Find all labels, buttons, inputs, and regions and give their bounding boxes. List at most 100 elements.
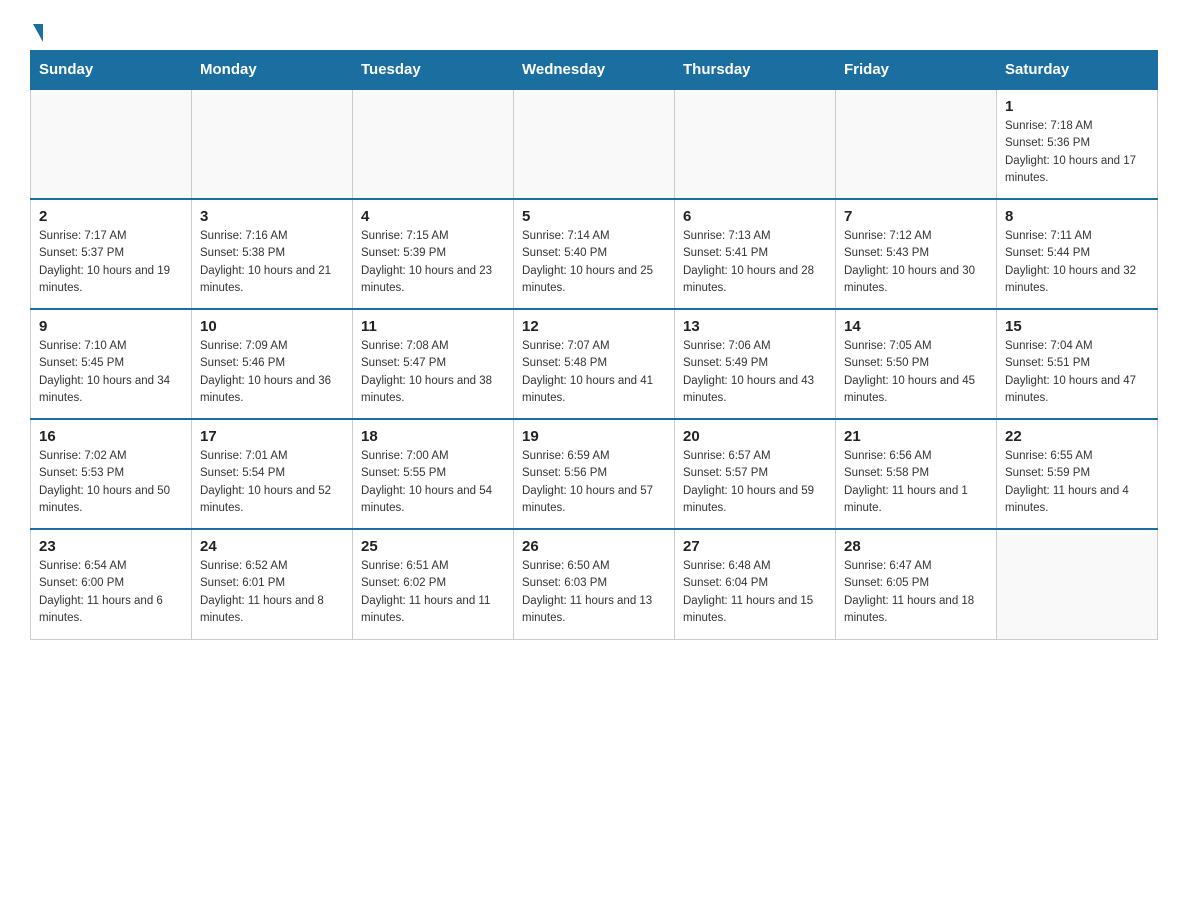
day-number: 6 (683, 208, 827, 225)
day-number: 13 (683, 318, 827, 335)
day-info: Sunrise: 7:16 AMSunset: 5:38 PMDaylight:… (200, 228, 344, 297)
calendar-cell: 14 Sunrise: 7:05 AMSunset: 5:50 PMDayligh… (836, 309, 997, 419)
calendar-cell: 11 Sunrise: 7:08 AMSunset: 5:47 PMDayligh… (353, 309, 514, 419)
day-info: Sunrise: 6:51 AMSunset: 6:02 PMDaylight:… (361, 558, 505, 627)
day-number: 4 (361, 208, 505, 225)
week-row-5: 23 Sunrise: 6:54 AMSunset: 6:00 PMDayligh… (31, 529, 1158, 639)
day-info: Sunrise: 7:00 AMSunset: 5:55 PMDaylight:… (361, 448, 505, 517)
day-info: Sunrise: 6:50 AMSunset: 6:03 PMDaylight:… (522, 558, 666, 627)
calendar-cell (997, 529, 1158, 639)
calendar-cell (31, 89, 192, 199)
calendar-cell: 1Sunrise: 7:18 AMSunset: 5:36 PMDaylight… (997, 89, 1158, 199)
day-info: Sunrise: 6:57 AMSunset: 5:57 PMDaylight:… (683, 448, 827, 517)
calendar-cell: 7 Sunrise: 7:12 AMSunset: 5:43 PMDaylight… (836, 199, 997, 309)
day-info: Sunrise: 7:17 AMSunset: 5:37 PMDaylight:… (39, 228, 183, 297)
day-info: Sunrise: 7:14 AMSunset: 5:40 PMDaylight:… (522, 228, 666, 297)
day-info: Sunrise: 7:12 AMSunset: 5:43 PMDaylight:… (844, 228, 988, 297)
day-number: 20 (683, 428, 827, 445)
calendar-table: SundayMondayTuesdayWednesdayThursdayFrid… (30, 50, 1158, 640)
day-info: Sunrise: 6:59 AMSunset: 5:56 PMDaylight:… (522, 448, 666, 517)
calendar-cell: 2 Sunrise: 7:17 AMSunset: 5:37 PMDaylight… (31, 199, 192, 309)
calendar-cell: 23 Sunrise: 6:54 AMSunset: 6:00 PMDayligh… (31, 529, 192, 639)
calendar-cell: 13 Sunrise: 7:06 AMSunset: 5:49 PMDayligh… (675, 309, 836, 419)
weekday-header-thursday: Thursday (675, 51, 836, 90)
day-number: 25 (361, 538, 505, 555)
day-number: 28 (844, 538, 988, 555)
calendar-cell: 22 Sunrise: 6:55 AMSunset: 5:59 PMDayligh… (997, 419, 1158, 529)
calendar-cell (514, 89, 675, 199)
day-number: 10 (200, 318, 344, 335)
day-info: Sunrise: 7:05 AMSunset: 5:50 PMDaylight:… (844, 338, 988, 407)
calendar-cell (353, 89, 514, 199)
day-number: 19 (522, 428, 666, 445)
day-number: 3 (200, 208, 344, 225)
day-info: Sunrise: 7:01 AMSunset: 5:54 PMDaylight:… (200, 448, 344, 517)
day-number: 15 (1005, 318, 1149, 335)
calendar-cell: 8 Sunrise: 7:11 AMSunset: 5:44 PMDaylight… (997, 199, 1158, 309)
weekday-header-monday: Monday (192, 51, 353, 90)
day-number: 12 (522, 318, 666, 335)
calendar-cell (192, 89, 353, 199)
day-number: 11 (361, 318, 505, 335)
calendar-cell: 3 Sunrise: 7:16 AMSunset: 5:38 PMDaylight… (192, 199, 353, 309)
calendar-cell: 18 Sunrise: 7:00 AMSunset: 5:55 PMDayligh… (353, 419, 514, 529)
day-number: 23 (39, 538, 183, 555)
day-info: Sunrise: 7:06 AMSunset: 5:49 PMDaylight:… (683, 338, 827, 407)
weekday-header-wednesday: Wednesday (514, 51, 675, 90)
weekday-header-tuesday: Tuesday (353, 51, 514, 90)
calendar-cell: 16Sunrise: 7:02 AMSunset: 5:53 PMDayligh… (31, 419, 192, 529)
calendar-cell: 6 Sunrise: 7:13 AMSunset: 5:41 PMDaylight… (675, 199, 836, 309)
calendar-cell: 12 Sunrise: 7:07 AMSunset: 5:48 PMDayligh… (514, 309, 675, 419)
day-info: Sunrise: 6:48 AMSunset: 6:04 PMDaylight:… (683, 558, 827, 627)
day-number: 17 (200, 428, 344, 445)
day-info: Sunrise: 7:09 AMSunset: 5:46 PMDaylight:… (200, 338, 344, 407)
day-number: 24 (200, 538, 344, 555)
calendar-cell: 19 Sunrise: 6:59 AMSunset: 5:56 PMDayligh… (514, 419, 675, 529)
day-info: Sunrise: 6:52 AMSunset: 6:01 PMDaylight:… (200, 558, 344, 627)
day-number: 14 (844, 318, 988, 335)
day-info: Sunrise: 7:07 AMSunset: 5:48 PMDaylight:… (522, 338, 666, 407)
logo-arrow-icon (33, 24, 43, 42)
day-info: Sunrise: 6:54 AMSunset: 6:00 PMDaylight:… (39, 558, 183, 627)
day-info: Sunrise: 7:02 AMSunset: 5:53 PMDaylight:… (39, 448, 183, 517)
day-info: Sunrise: 7:11 AMSunset: 5:44 PMDaylight:… (1005, 228, 1149, 297)
day-number: 18 (361, 428, 505, 445)
calendar-cell: 5 Sunrise: 7:14 AMSunset: 5:40 PMDaylight… (514, 199, 675, 309)
week-row-4: 16Sunrise: 7:02 AMSunset: 5:53 PMDayligh… (31, 419, 1158, 529)
day-info: Sunrise: 7:18 AMSunset: 5:36 PMDaylight:… (1005, 118, 1149, 187)
day-info: Sunrise: 6:47 AMSunset: 6:05 PMDaylight:… (844, 558, 988, 627)
day-number: 7 (844, 208, 988, 225)
week-row-1: 1Sunrise: 7:18 AMSunset: 5:36 PMDaylight… (31, 89, 1158, 199)
day-info: Sunrise: 7:13 AMSunset: 5:41 PMDaylight:… (683, 228, 827, 297)
day-number: 8 (1005, 208, 1149, 225)
calendar-cell: 21Sunrise: 6:56 AMSunset: 5:58 PMDayligh… (836, 419, 997, 529)
day-info: Sunrise: 6:55 AMSunset: 5:59 PMDaylight:… (1005, 448, 1149, 517)
day-number: 9 (39, 318, 183, 335)
calendar-cell: 27 Sunrise: 6:48 AMSunset: 6:04 PMDayligh… (675, 529, 836, 639)
calendar-cell: 28 Sunrise: 6:47 AMSunset: 6:05 PMDayligh… (836, 529, 997, 639)
day-info: Sunrise: 7:15 AMSunset: 5:39 PMDaylight:… (361, 228, 505, 297)
calendar-cell: 17 Sunrise: 7:01 AMSunset: 5:54 PMDayligh… (192, 419, 353, 529)
weekday-header-friday: Friday (836, 51, 997, 90)
calendar-cell: 26 Sunrise: 6:50 AMSunset: 6:03 PMDayligh… (514, 529, 675, 639)
day-info: Sunrise: 7:10 AMSunset: 5:45 PMDaylight:… (39, 338, 183, 407)
day-number: 5 (522, 208, 666, 225)
day-number: 22 (1005, 428, 1149, 445)
day-number: 26 (522, 538, 666, 555)
week-row-2: 2 Sunrise: 7:17 AMSunset: 5:37 PMDaylight… (31, 199, 1158, 309)
calendar-cell (675, 89, 836, 199)
weekday-header-sunday: Sunday (31, 51, 192, 90)
calendar-cell: 20 Sunrise: 6:57 AMSunset: 5:57 PMDayligh… (675, 419, 836, 529)
calendar-cell: 25 Sunrise: 6:51 AMSunset: 6:02 PMDayligh… (353, 529, 514, 639)
week-row-3: 9 Sunrise: 7:10 AMSunset: 5:45 PMDaylight… (31, 309, 1158, 419)
calendar-cell: 9 Sunrise: 7:10 AMSunset: 5:45 PMDaylight… (31, 309, 192, 419)
weekday-header-row: SundayMondayTuesdayWednesdayThursdayFrid… (31, 51, 1158, 90)
day-number: 27 (683, 538, 827, 555)
calendar-cell (836, 89, 997, 199)
day-info: Sunrise: 7:08 AMSunset: 5:47 PMDaylight:… (361, 338, 505, 407)
day-number: 2 (39, 208, 183, 225)
calendar-cell: 24 Sunrise: 6:52 AMSunset: 6:01 PMDayligh… (192, 529, 353, 639)
logo (30, 20, 43, 40)
calendar-cell: 4 Sunrise: 7:15 AMSunset: 5:39 PMDaylight… (353, 199, 514, 309)
calendar-cell: 10 Sunrise: 7:09 AMSunset: 5:46 PMDayligh… (192, 309, 353, 419)
